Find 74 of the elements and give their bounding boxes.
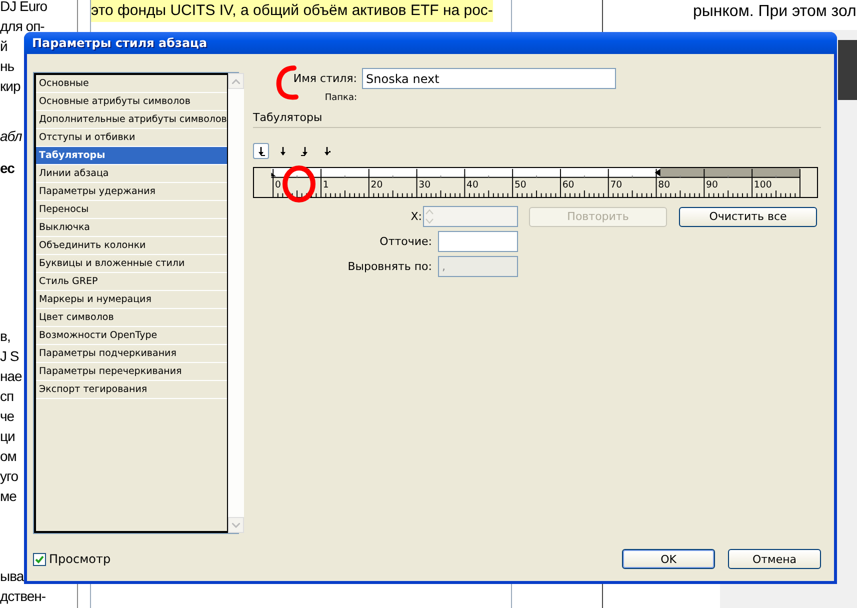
category-item[interactable]: Параметры подчеркивания xyxy=(36,345,227,363)
category-item[interactable]: Линии абзаца xyxy=(36,165,227,183)
document-text: J S xyxy=(0,347,19,366)
document-text: это фонды UCITS IV, а общий объём активов ETF на рос- xyxy=(91,0,493,22)
category-item[interactable]: Основные атрибуты символов xyxy=(36,93,227,111)
category-item[interactable]: Возможности OpenType xyxy=(36,327,227,345)
tab-ruler[interactable]: 0 1 20 30 40 50 60 70 80 90 100 xyxy=(253,167,818,198)
document-text: нь xyxy=(0,57,14,76)
document-text: дствен- xyxy=(0,587,46,606)
document-text: рынком. При этом зол xyxy=(692,2,856,22)
document-text: DJ Euro xyxy=(0,0,48,16)
document-text: ме xyxy=(0,487,16,506)
spinner-icon xyxy=(424,207,435,226)
document-text: ом xyxy=(0,447,16,466)
ruler-label: 80 xyxy=(658,180,670,191)
ruler-label: 90 xyxy=(706,180,718,191)
tab-arrow-icon xyxy=(256,146,266,156)
style-name-label: Имя стиля: xyxy=(292,72,357,85)
section-title: Табуляторы xyxy=(253,111,821,128)
preview-label: Просмотр xyxy=(49,552,111,566)
tab-type-button[interactable] xyxy=(253,143,269,159)
category-item[interactable]: Основные xyxy=(36,75,227,93)
left-margin-marker[interactable] xyxy=(271,172,276,176)
document-text: ес xyxy=(0,159,14,178)
document-text: для оп- xyxy=(0,17,44,36)
tab-arrow-icon xyxy=(278,146,288,156)
preview-checkbox[interactable] xyxy=(33,552,46,566)
category-item[interactable]: Параметры перечеркивания xyxy=(36,363,227,381)
check-icon xyxy=(35,554,44,564)
annotation-mark xyxy=(282,165,316,203)
style-name-field[interactable]: Snoska next xyxy=(362,68,616,89)
ruler-label: 70 xyxy=(610,180,622,191)
category-item[interactable]: Табуляторы xyxy=(36,147,227,165)
document-text: че xyxy=(0,407,14,426)
document-text: уго xyxy=(0,467,18,486)
ruler-label: 20 xyxy=(370,180,383,191)
x-label: X: xyxy=(410,210,422,223)
category-item[interactable]: Буквицы и вложенные стили xyxy=(36,255,227,273)
ruler-label: 30 xyxy=(418,180,431,191)
document-text: кир xyxy=(0,77,20,96)
ruler-label: 100 xyxy=(754,180,772,191)
ruler-label: 40 xyxy=(466,180,478,191)
category-item[interactable]: Выключка xyxy=(36,219,227,237)
category-item[interactable]: Параметры удержания xyxy=(36,183,227,201)
document-text: ыва xyxy=(0,567,24,586)
category-item[interactable]: Маркеры и нумерация xyxy=(36,291,227,309)
category-item[interactable]: Стиль GREP xyxy=(36,273,227,291)
document-text: в, xyxy=(0,327,10,346)
document-text: сп xyxy=(0,387,14,406)
document-text: ци xyxy=(0,427,15,446)
align-label: Выровнять по: xyxy=(346,260,432,273)
window-title: Параметры стиля абзаца xyxy=(32,36,208,50)
ruler-label: 1 xyxy=(322,180,329,191)
dialog-button[interactable]: Отмена xyxy=(728,549,821,569)
leader-label: Отточие: xyxy=(378,235,432,248)
image-placeholder xyxy=(838,40,857,100)
category-item[interactable]: Цвет символов xyxy=(36,309,227,327)
clear-button[interactable]: Очистить все xyxy=(679,206,817,226)
dialog-button[interactable]: OK xyxy=(622,549,715,569)
ruler-label: 0 xyxy=(274,180,281,191)
tab-arrow-icon xyxy=(322,146,332,156)
document-text: абл xyxy=(0,127,22,146)
category-item[interactable]: Дополнительные атрибуты символов xyxy=(36,111,227,129)
tab-arrow-icon xyxy=(300,146,310,156)
category-item[interactable]: Экспорт тегирования xyxy=(36,381,227,399)
leader-field[interactable] xyxy=(438,231,518,252)
category-item[interactable]: Переносы xyxy=(36,201,227,219)
ruler-label: 50 xyxy=(514,180,526,191)
document-text: й xyxy=(0,37,8,56)
scrollbar[interactable] xyxy=(228,73,244,533)
folder-label: Папка: xyxy=(324,93,357,103)
ruler-label: 60 xyxy=(562,180,574,191)
document-text: нае xyxy=(0,367,22,386)
category-item[interactable]: Объединить колонки xyxy=(36,237,227,255)
